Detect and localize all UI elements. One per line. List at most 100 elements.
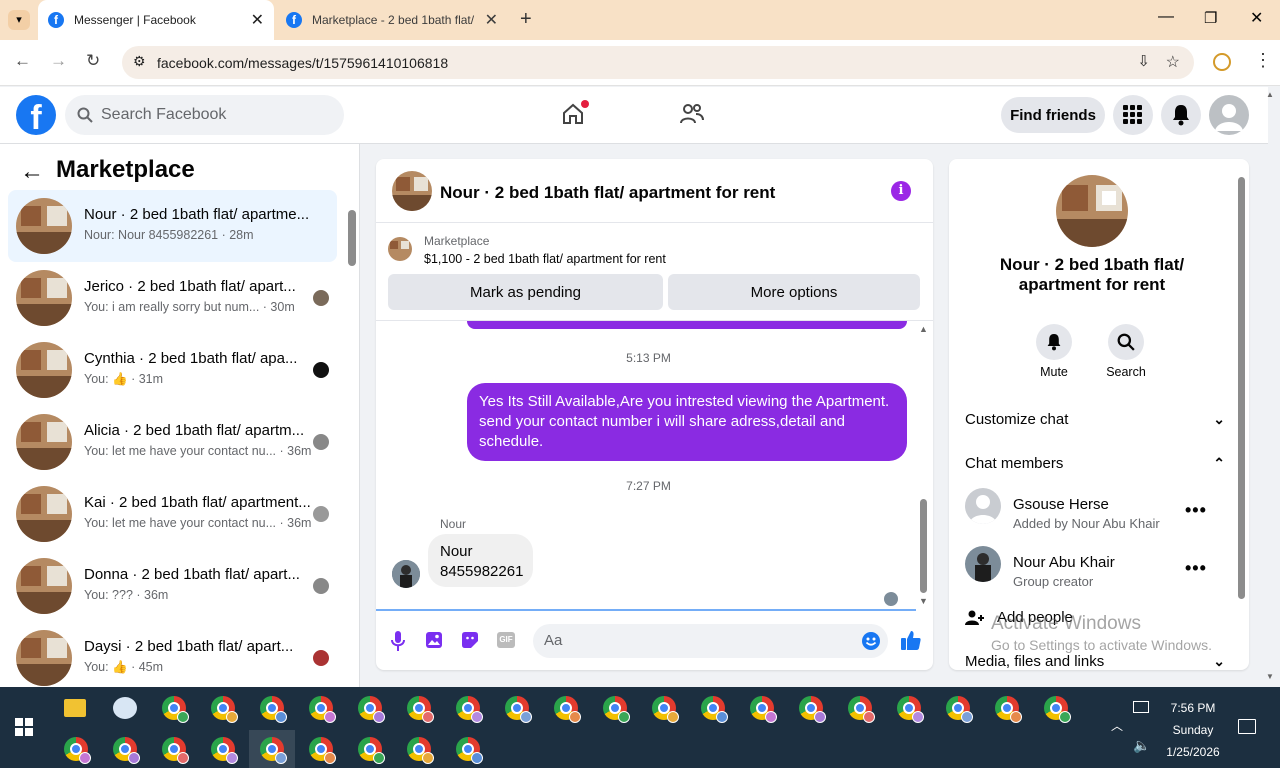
file-explorer-icon[interactable] xyxy=(64,699,86,717)
chrome-profile-icon[interactable] xyxy=(407,696,434,723)
info-icon[interactable]: i xyxy=(891,181,911,201)
message-input[interactable]: Aa xyxy=(533,624,888,658)
more-options-icon[interactable]: ••• xyxy=(1185,558,1207,579)
customize-chat-row[interactable]: Customize chat ⌄ xyxy=(965,411,1225,428)
window-close-icon[interactable]: ✕ xyxy=(1250,8,1263,28)
back-icon[interactable]: ← xyxy=(14,51,31,71)
conversation-item[interactable]: Cynthia · 2 bed 1bath flat/ apa... You: 👍… xyxy=(8,334,337,406)
chrome-profile-icon[interactable] xyxy=(652,696,679,723)
find-friends-button[interactable]: Find friends xyxy=(1001,97,1105,133)
page-scroll-down-icon[interactable]: ▼ xyxy=(1266,672,1274,681)
chrome-profile-icon[interactable] xyxy=(456,737,483,764)
profile-icon[interactable] xyxy=(1213,53,1231,71)
scroll-down-icon[interactable]: ▼ xyxy=(919,596,928,606)
incoming-message[interactable]: Nour 8455982261 xyxy=(428,534,533,587)
media-files-row[interactable]: Media, files and links ⌄ xyxy=(965,653,1225,670)
chrome-profile-icon[interactable] xyxy=(260,696,287,723)
chrome-profile-icon[interactable] xyxy=(505,696,532,723)
chrome-profile-icon[interactable] xyxy=(211,737,238,764)
chrome-profile-icon[interactable] xyxy=(946,696,973,723)
conversation-item[interactable]: Alicia · 2 bed 1bath flat/ apartm... You:… xyxy=(8,406,337,478)
chrome-profile-icon[interactable] xyxy=(309,737,336,764)
thumbs-up-icon[interactable] xyxy=(900,629,922,651)
chrome-profile-icon[interactable] xyxy=(309,696,336,723)
chat-members-row[interactable]: Chat members ⌃ xyxy=(965,455,1225,472)
notification-center-icon[interactable] xyxy=(1238,719,1256,734)
install-app-icon[interactable]: ⇩ xyxy=(1137,52,1150,70)
new-tab-icon[interactable]: + xyxy=(520,8,532,31)
reload-icon[interactable]: ↻ xyxy=(86,51,100,71)
chat-scrollbar[interactable] xyxy=(920,499,927,593)
scroll-up-icon[interactable]: ▲ xyxy=(919,324,928,334)
microphone-icon[interactable] xyxy=(391,631,405,651)
chrome-profile-icon[interactable] xyxy=(603,696,630,723)
chrome-profile-icon[interactable] xyxy=(1044,696,1071,723)
windows-start-icon[interactable] xyxy=(15,718,33,736)
show-hidden-icons[interactable]: ︿ xyxy=(1111,717,1123,734)
conversation-item[interactable]: Jerico · 2 bed 1bath flat/ apart... You: … xyxy=(8,262,337,334)
emoji-icon[interactable] xyxy=(861,631,881,651)
member-item[interactable]: Nour Abu Khair Group creator ••• xyxy=(949,546,1249,594)
minimize-icon[interactable]: — xyxy=(1158,8,1174,26)
system-clock[interactable]: 7:56 PM Sunday 1/25/2026 xyxy=(1158,697,1228,763)
page-scroll-up-icon[interactable]: ▲ xyxy=(1266,90,1274,99)
back-arrow-icon[interactable]: ← xyxy=(20,158,44,186)
chrome-profile-icon[interactable] xyxy=(260,737,287,764)
facebook-logo[interactable]: f xyxy=(16,95,56,135)
menu-grid-button[interactable] xyxy=(1113,95,1153,135)
conversation-item[interactable]: Daysi · 2 bed 1bath flat/ apart... You: 👍… xyxy=(8,622,337,694)
mark-as-pending-button[interactable]: Mark as pending xyxy=(388,274,663,310)
more-options-icon[interactable]: ••• xyxy=(1185,500,1207,521)
conversation-item[interactable]: Kai · 2 bed 1bath flat/ apartment... You:… xyxy=(8,478,337,550)
bookmark-star-icon[interactable]: ☆ xyxy=(1166,52,1180,72)
mute-button[interactable] xyxy=(1036,324,1072,360)
listing-price-title[interactable]: $1,100 - 2 bed 1bath flat/ apartment for… xyxy=(424,252,666,266)
details-avatar[interactable] xyxy=(1056,175,1128,247)
conversation-item[interactable]: Donna · 2 bed 1bath flat/ apart... You: ?… xyxy=(8,550,337,622)
chrome-profile-icon[interactable] xyxy=(554,696,581,723)
site-info-icon[interactable]: ⚙ xyxy=(133,53,146,70)
close-tab-icon[interactable]: ✕ xyxy=(485,10,498,30)
paint-app-icon[interactable] xyxy=(113,697,137,719)
chrome-profile-icon[interactable] xyxy=(162,737,189,764)
restore-icon[interactable]: ❐ xyxy=(1204,9,1217,27)
chrome-profile-icon[interactable] xyxy=(162,696,189,723)
sender-avatar[interactable] xyxy=(392,560,420,588)
chrome-profile-icon[interactable] xyxy=(113,737,140,764)
chrome-profile-icon[interactable] xyxy=(211,696,238,723)
sidebar-scrollbar[interactable] xyxy=(348,210,356,266)
forward-icon[interactable]: → xyxy=(50,51,67,71)
outgoing-message[interactable]: Yes Its Still Available,Are you intreste… xyxy=(467,383,907,461)
chrome-profile-icon[interactable] xyxy=(897,696,924,723)
chrome-profile-icon[interactable] xyxy=(750,696,777,723)
network-icon[interactable] xyxy=(1133,701,1149,713)
chrome-profile-icon[interactable] xyxy=(799,696,826,723)
friends-icon[interactable] xyxy=(679,102,705,126)
menu-kebab-icon[interactable]: ⋮ xyxy=(1254,50,1272,71)
tab-search-icon[interactable]: ▾ xyxy=(8,10,30,30)
chrome-profile-icon[interactable] xyxy=(701,696,728,723)
more-options-button[interactable]: More options xyxy=(668,274,920,310)
address-bar[interactable]: ⚙ facebook.com/messages/t/15759614101068… xyxy=(122,46,1194,79)
member-item[interactable]: Gsouse Herse Added by Nour Abu Khair ••• xyxy=(949,488,1249,536)
tab-messenger[interactable]: f Messenger | Facebook ✕ xyxy=(38,0,274,40)
listing-avatar[interactable] xyxy=(392,171,432,211)
sticker-icon[interactable] xyxy=(461,631,479,649)
chrome-profile-icon[interactable] xyxy=(456,696,483,723)
chrome-profile-icon[interactable] xyxy=(358,737,385,764)
chrome-profile-icon[interactable] xyxy=(64,737,91,764)
account-avatar[interactable] xyxy=(1209,95,1249,135)
gif-icon[interactable]: GIF xyxy=(497,632,515,648)
close-tab-icon[interactable]: ✕ xyxy=(251,10,264,30)
tab-marketplace[interactable]: f Marketplace - 2 bed 1bath flat/ ✕ xyxy=(276,0,508,40)
photo-icon[interactable] xyxy=(425,631,443,649)
chrome-profile-icon[interactable] xyxy=(995,696,1022,723)
search-in-chat-button[interactable] xyxy=(1108,324,1144,360)
details-scrollbar[interactable] xyxy=(1238,177,1245,599)
chrome-profile-icon[interactable] xyxy=(848,696,875,723)
chrome-profile-icon[interactable] xyxy=(358,696,385,723)
chrome-profile-icon[interactable] xyxy=(407,737,434,764)
volume-icon[interactable]: 🔈 xyxy=(1133,737,1150,754)
notifications-button[interactable] xyxy=(1161,95,1201,135)
conversation-item[interactable]: Nour · 2 bed 1bath flat/ apartme... Nour:… xyxy=(8,190,337,262)
